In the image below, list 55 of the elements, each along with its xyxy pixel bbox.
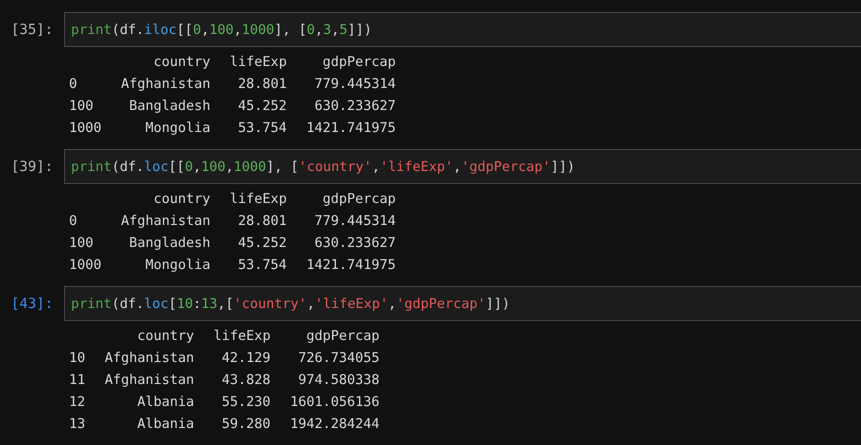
table-cell-text: 42.129 [220,349,271,368]
column-header: country [152,53,210,72]
column-header: gdpPercap [322,190,396,209]
table-cell-text: 1601.056136 [289,393,380,412]
row-index: 12 [68,393,86,412]
column-header: lifeExp [194,325,271,347]
table-cell-text: 59.280 [220,415,271,434]
table-cell-text: Afghanistan [120,212,210,231]
table-cell-text: 779.445314 [313,75,396,94]
code-input[interactable]: print(df.loc[10:13,['country','lifeExp','gdpPercap']]) [64,286,861,321]
table-cell-text: 1421.741975 [305,256,396,275]
table-cell-text: 1942.284244 [289,415,380,434]
row-index: 13 [68,415,86,434]
table-cell-text: 43.828 [220,371,271,390]
row-index: 10 [68,349,86,368]
column-header: lifeExp [228,190,287,209]
table-cell-text: Afghanistan [104,349,194,368]
table-cell-text: 28.801 [237,212,287,231]
table-cell-text: 726.734055 [297,349,380,368]
table-cell-text: 779.445314 [313,212,396,231]
table-cell-text: Bangladesh [128,234,210,253]
row-index: 100 [68,234,94,253]
column-header: gdpPercap [305,327,380,346]
table-cell-text: 974.580338 [297,371,380,390]
table-cell-text: 53.754 [237,119,287,138]
table-cell-text: 45.252 [237,97,287,116]
table-cell-text: 1421.741975 [305,119,396,138]
row-index: 100 [68,97,94,116]
table-cell-text: 28.801 [237,75,287,94]
table-cell-text: Albania [136,415,194,434]
row-index: 0 [68,75,78,94]
code-input[interactable]: print(df.loc[[0,100,1000], ['country','lifeExp','gdpPercap']]) [64,149,861,184]
column-header: lifeExp [228,53,287,72]
column-header: gdpPercap [322,53,396,72]
table-cell-text: 53.754 [237,256,287,275]
row-index: 0 [68,212,78,231]
table-cell-text: 55.230 [220,393,271,412]
code-input[interactable]: print(df.iloc[[0,100,1000], [0,3,5]]) [64,12,861,47]
table-cell-text: Afghanistan [104,371,194,390]
table-cell-text: 630.233627 [313,234,396,253]
table-cell-text: Albania [136,393,194,412]
cell-prompt: [43]: [10,296,54,312]
table-cell-text: Mongolia [144,256,210,275]
table-cell-text: Afghanistan [120,75,210,94]
column-header: country [136,327,194,346]
row-index: 11 [68,371,86,390]
table-cell-text: 45.252 [237,234,287,253]
table-cell-text: Bangladesh [128,97,210,116]
column-header: country [152,190,210,209]
table-cell-text: Mongolia [144,119,210,138]
cell-prompt: [39]: [10,158,54,174]
table-cell-text: 630.233627 [313,97,396,116]
row-index: 1000 [68,119,102,138]
row-index: 1000 [68,256,102,275]
cell-prompt: [35]: [10,22,54,38]
